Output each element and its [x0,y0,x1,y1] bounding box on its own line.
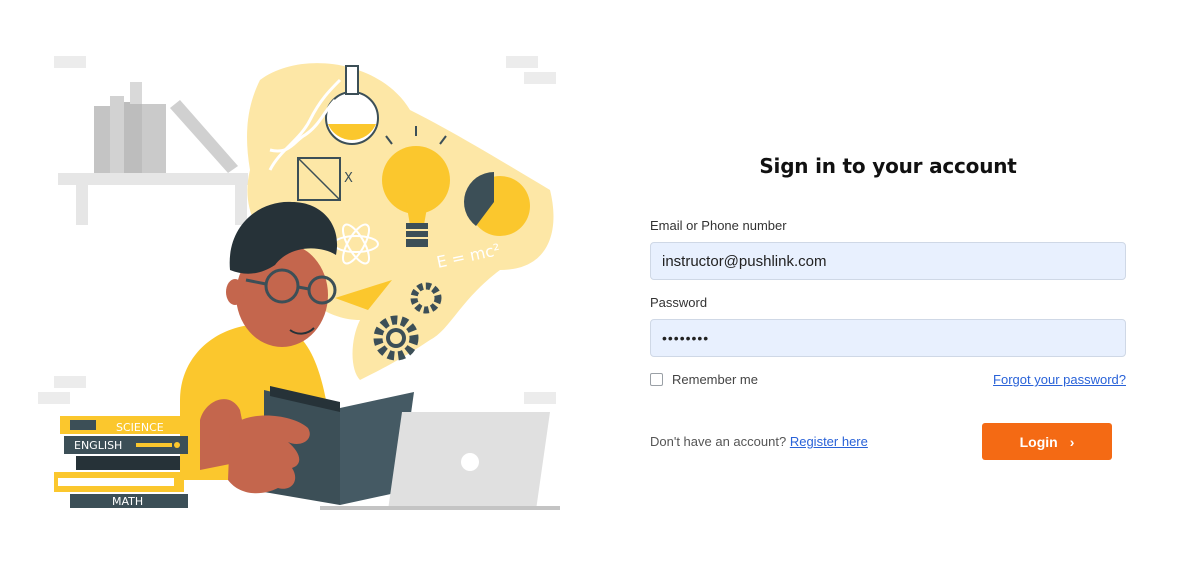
remember-row: Remember me Forgot your password? [650,372,1126,387]
password-field[interactable] [650,319,1126,357]
email-field[interactable] [650,242,1126,280]
login-page: X E = mc² SCIENCE ENGLISH MATH Sign in t… [0,0,1184,568]
password-label: Password [650,295,708,310]
register-prompt: Don't have an account? [650,434,787,449]
book-label-english: ENGLISH [74,439,122,452]
register-prompt-group: Don't have an account? Register here [650,434,868,449]
book-label-math: MATH [112,495,143,508]
chevron-right-icon: › [1069,433,1075,450]
remember-me-checkbox[interactable] [650,373,663,386]
login-button[interactable]: Login › [982,423,1112,460]
student-reading-illustration: X E = mc² SCIENCE ENGLISH MATH [30,40,570,530]
remember-me-label: Remember me [672,372,758,387]
forgot-password-link[interactable]: Forgot your password? [993,372,1126,387]
login-label: Login [1019,433,1058,450]
email-label: Email or Phone number [650,218,787,233]
register-row: Don't have an account? Register here Log… [650,423,1126,460]
book-label-science: SCIENCE [116,421,164,434]
sign-in-form: Sign in to your account Email or Phone n… [650,150,1126,460]
chalkboard-mark: X [344,171,353,186]
form-title: Sign in to your account [759,154,1017,178]
remember-me-control[interactable]: Remember me [650,372,758,387]
register-link[interactable]: Register here [790,434,868,449]
